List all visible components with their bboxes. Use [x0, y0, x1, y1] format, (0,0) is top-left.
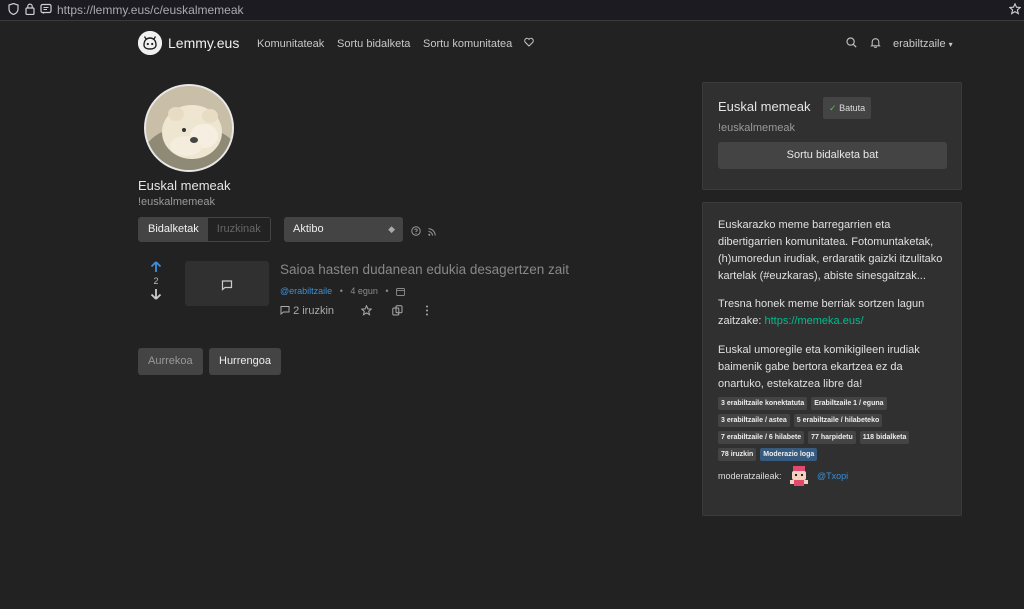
heart-icon[interactable]	[524, 37, 534, 50]
stat-badge: 78 iruzkin	[718, 448, 757, 461]
sidebar-community-name[interactable]: Euskal memeak	[718, 99, 810, 114]
moderator-name[interactable]: @Txopi	[817, 471, 848, 481]
rss-icon[interactable]	[428, 228, 436, 239]
comment-icon	[280, 305, 293, 317]
post-thumbnail[interactable]	[185, 261, 269, 306]
description-paragraph: Tresna honek meme berriak sortzen lagun …	[718, 296, 950, 330]
lemmy-logo-icon[interactable]	[138, 31, 162, 55]
create-post-button[interactable]: Sortu bidalketa bat	[718, 142, 947, 169]
nav-link-create-community[interactable]: Sortu komunitatea	[423, 38, 512, 50]
memeka-link[interactable]: https://memeka.eus/	[764, 315, 863, 327]
stat-badge: 77 harpidetu	[808, 431, 856, 444]
comments-count: 2 iruzkin	[293, 305, 335, 317]
star-icon[interactable]	[360, 304, 373, 319]
search-icon[interactable]	[846, 37, 857, 51]
sort-select-value: Aktibo	[293, 223, 324, 235]
stat-badge: 3 erabiltzaile / astea	[718, 414, 790, 427]
post-title[interactable]: Saioa hasten dudanean edukia desagertzen…	[280, 262, 569, 277]
select-caret-icon: ◆	[388, 224, 395, 234]
shield-icon[interactable]	[6, 2, 20, 17]
post-meta: @erabiltzaile • 4 egun •	[280, 286, 406, 296]
moderator-avatar[interactable]	[789, 465, 809, 487]
tab-comments[interactable]: Iruzkinak	[207, 218, 270, 241]
description-paragraph: Euskal umoregile eta komikigileen irudia…	[718, 344, 920, 390]
stat-badge: 5 erabiltzaile / hilabeteko	[793, 414, 883, 427]
site-brand[interactable]: Lemmy.eus	[168, 35, 239, 51]
bookmark-star-icon[interactable]	[1008, 2, 1022, 17]
stat-badge: Erabiltzaile 1 / eguna	[811, 397, 887, 410]
post-author[interactable]: @erabiltzaile	[280, 286, 332, 296]
description-paragraph: Euskarazko meme barregarrien eta diberti…	[718, 219, 943, 282]
help-icon[interactable]	[411, 226, 421, 239]
url-text[interactable]: https://lemmy.eus/c/euskalmemeak	[57, 3, 244, 17]
more-options-icon[interactable]	[423, 305, 431, 319]
user-menu[interactable]: erabiltzaile ▾	[893, 38, 953, 50]
view-toggle: Bidalketak Iruzkinak	[138, 217, 271, 242]
modlog-link[interactable]: Moderazio loga	[760, 448, 818, 461]
community-avatar	[144, 84, 234, 172]
stat-badge: 7 erabiltzaile / 6 hilabete	[718, 431, 805, 444]
browser-url-bar[interactable]: https://lemmy.eus/c/euskalmemeak	[0, 0, 1024, 21]
sort-select[interactable]: Aktibo ◆	[284, 217, 403, 242]
joined-label: Batuta	[839, 103, 866, 113]
separator-dot: •	[380, 286, 394, 296]
separator-dot: •	[334, 286, 348, 296]
moderators-label: moderatzaileak:	[718, 471, 782, 481]
stat-badge: 3 erabiltzaile konektatuta	[718, 397, 808, 410]
page-info-icon[interactable]	[39, 3, 53, 17]
post-score: 2	[153, 276, 159, 286]
community-name: Euskal memeak	[138, 178, 231, 193]
comments-link[interactable]: 2 iruzkin	[280, 305, 334, 317]
nav-link-create-post[interactable]: Sortu bidalketa	[337, 38, 410, 50]
nav-link-communities[interactable]: Komunitateak	[257, 38, 324, 50]
lock-icon[interactable]	[23, 3, 37, 17]
edited-icon	[396, 286, 406, 296]
message-icon	[221, 276, 233, 291]
next-page-button[interactable]: Hurrengoa	[209, 348, 281, 375]
sidebar-community-handle: !euskalmemeak	[718, 122, 796, 134]
stat-badge: 118 bidalketa	[859, 431, 910, 444]
chevron-down-icon: ▾	[948, 40, 953, 49]
check-icon: ✓	[829, 103, 837, 113]
crosspost-icon[interactable]	[392, 305, 403, 319]
post-time: 4 egun	[350, 286, 378, 296]
community-handle: !euskalmemeak	[138, 196, 216, 208]
community-stats: 3 erabiltzaile konektatuta Erabiltzaile …	[718, 397, 948, 461]
downvote-icon[interactable]	[149, 288, 163, 303]
upvote-icon[interactable]	[149, 261, 163, 276]
prev-page-button[interactable]: Aurrekoa	[138, 348, 203, 375]
user-menu-label: erabiltzaile	[893, 38, 946, 50]
bell-icon[interactable]	[870, 37, 881, 51]
joined-badge[interactable]: ✓ Batuta	[823, 97, 872, 119]
tab-posts[interactable]: Bidalketak	[139, 218, 208, 241]
